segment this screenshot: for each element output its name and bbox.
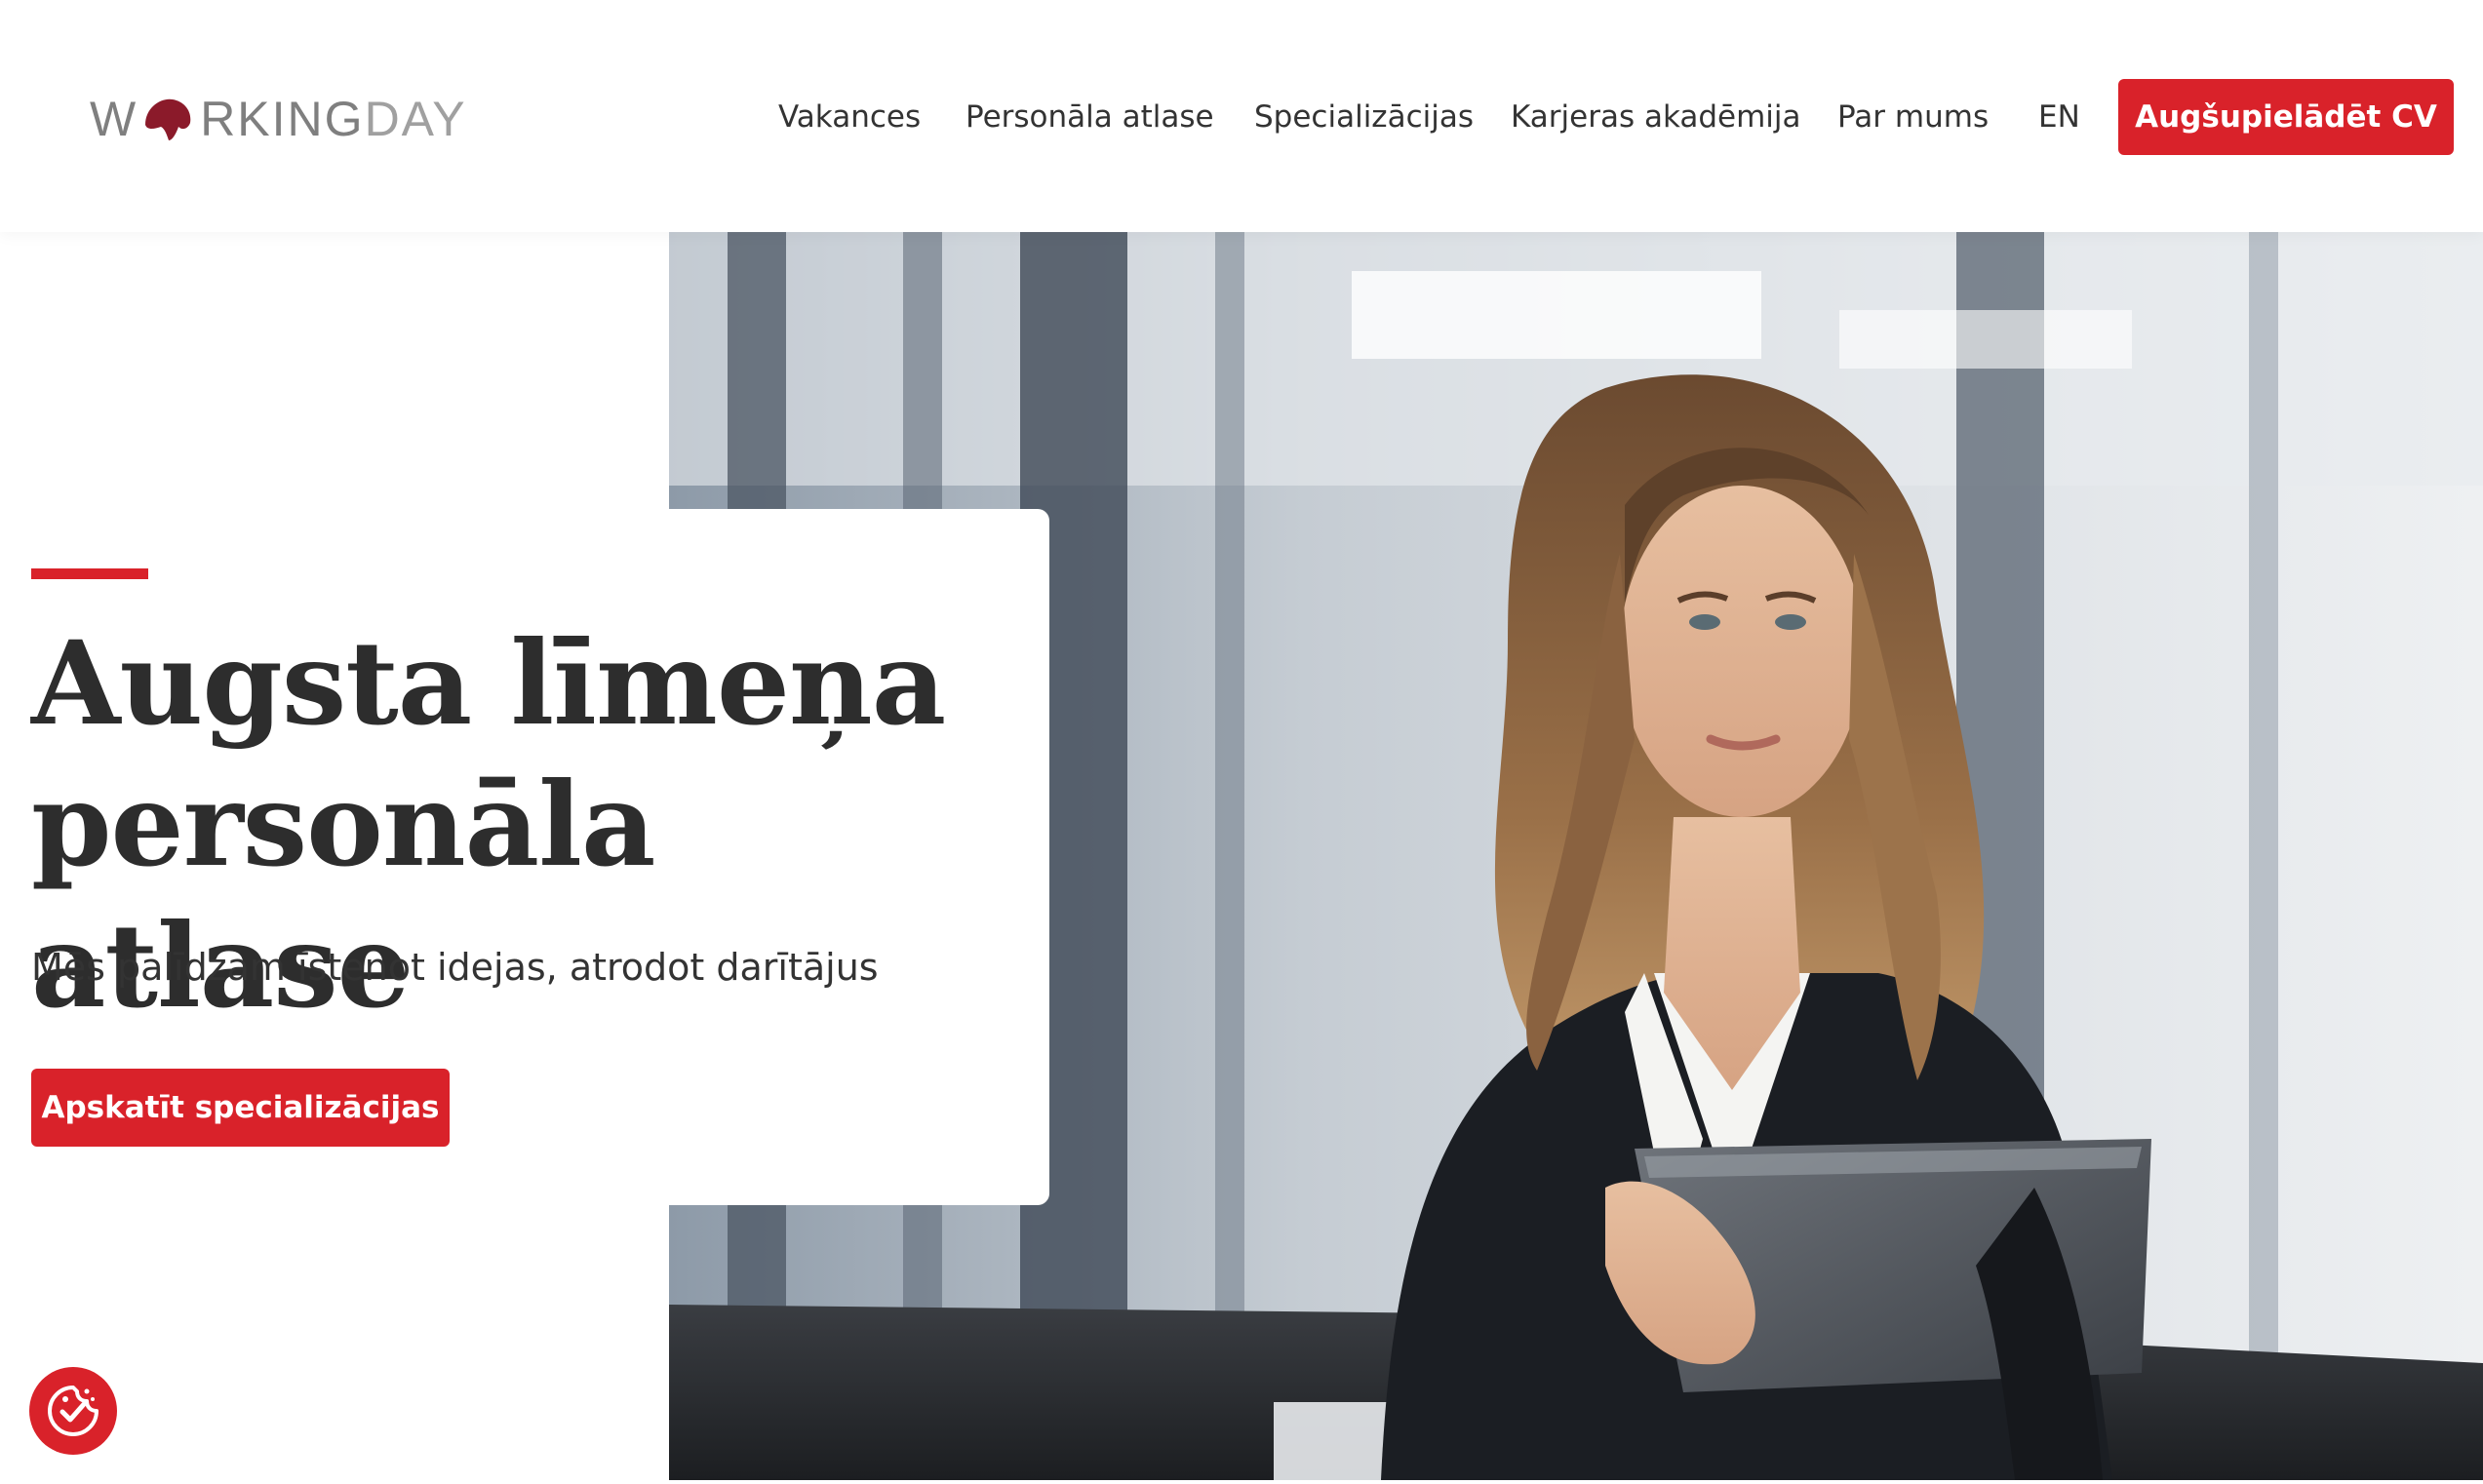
main-nav: Vakances Personāla atlase Specializācija… (0, 94, 2483, 140)
hero-subtitle: Mēs palīdzam īstenot idejas, atrodot dar… (31, 946, 879, 989)
nav-item-personala-atlase[interactable]: Personāla atlase (966, 94, 1214, 140)
cookie-consent-button[interactable] (29, 1367, 117, 1455)
nav-item-language-en[interactable]: EN (2038, 94, 2080, 140)
upload-cv-button[interactable]: Augšupielādēt CV (2118, 79, 2454, 155)
nav-item-specializacijas[interactable]: Specializācijas (1254, 94, 1474, 140)
cookie-consent-icon (48, 1386, 99, 1436)
nav-item-vakances[interactable]: Vakances (778, 94, 921, 140)
nav-item-par-mums[interactable]: Par mums (1837, 94, 1989, 140)
accent-line (31, 568, 148, 579)
site-header: W RKING DAY Vakances Personāla atlase Sp… (0, 0, 2483, 232)
hero-title-line-2: personāla atlase (31, 757, 655, 1034)
view-specializations-button[interactable]: Apskatīt specializācijas (31, 1069, 450, 1147)
hero-title-line-1: Augsta līmeņa (31, 615, 946, 751)
nav-item-karjeras-akademija[interactable]: Karjeras akadēmija (1511, 94, 1801, 140)
